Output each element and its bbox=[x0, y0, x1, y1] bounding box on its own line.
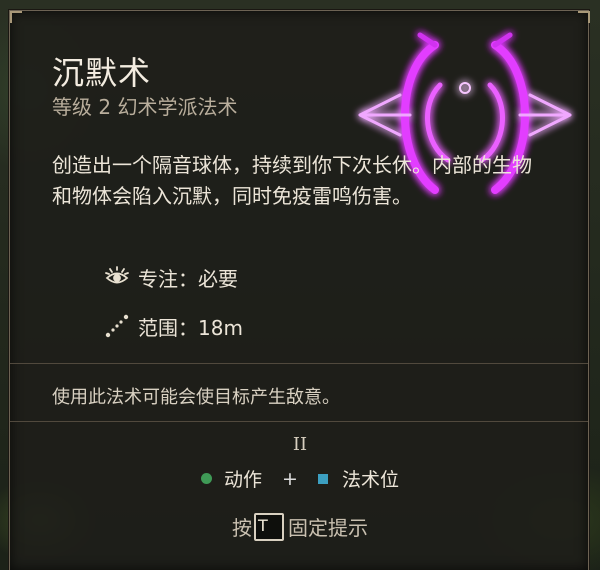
tooltip-corner-ornament bbox=[10, 11, 22, 23]
concentration-eye-icon bbox=[105, 266, 129, 284]
concentration-label: 专注：必要 bbox=[138, 266, 238, 291]
cost-action-label: 动作 bbox=[224, 469, 263, 491]
cost-plus: + bbox=[282, 467, 298, 490]
spell-level-school: 等级 2 幻术学派法术 bbox=[52, 95, 238, 119]
hostility-warning: 使用此法术可能会使目标产生敌意。 bbox=[52, 387, 340, 408]
spell-description: 创造出一个隔音球体，持续到你下次长休。内部的生物和物体会陷入沉默，同时免疫雷鸣伤… bbox=[52, 153, 532, 208]
pin-suffix: 固定提示 bbox=[288, 516, 368, 540]
divider bbox=[10, 421, 588, 422]
spell-cost-row: 动作 + 法术位 bbox=[0, 465, 600, 492]
spell-level-roman: II bbox=[292, 434, 308, 455]
action-green-dot-icon bbox=[201, 473, 213, 484]
divider bbox=[10, 363, 588, 364]
pin-key-button[interactable]: T bbox=[254, 512, 284, 541]
spell-slot-blue-square-icon bbox=[317, 473, 328, 484]
pin-tooltip-hint: 按 T 固定提示 bbox=[0, 512, 600, 541]
cost-slot-label: 法术位 bbox=[341, 469, 399, 491]
spell-name: 沉默术 bbox=[52, 54, 152, 92]
concentration-row: 专注：必要 bbox=[104, 262, 238, 292]
range-label: 范围：18m bbox=[138, 315, 243, 340]
pin-prefix: 按 bbox=[232, 516, 252, 540]
range-dotted-line-icon bbox=[105, 314, 129, 338]
range-row: 范围：18m bbox=[104, 311, 243, 341]
